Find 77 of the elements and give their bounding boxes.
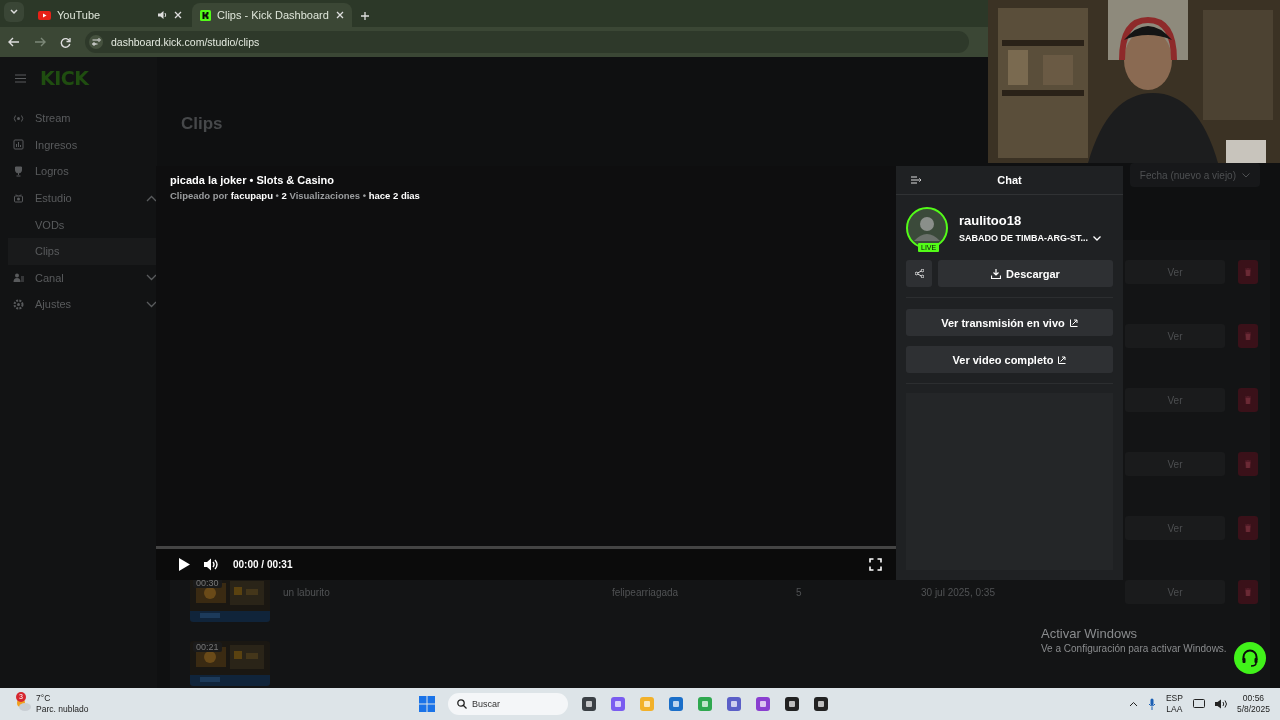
- speaker-icon[interactable]: [157, 10, 168, 20]
- back-arrow-icon[interactable]: [8, 37, 20, 47]
- nav-icon: [13, 192, 24, 204]
- volume-icon[interactable]: [1214, 699, 1227, 709]
- trash-icon: [1245, 268, 1251, 276]
- weather-condition: Parc. nublado: [36, 704, 89, 715]
- chevron-down-icon: [1093, 235, 1101, 241]
- reload-icon[interactable]: [60, 36, 71, 48]
- external-link-icon: [1069, 318, 1078, 327]
- trash-icon: [1245, 460, 1251, 468]
- speaker-icon[interactable]: [204, 558, 219, 571]
- external-link-button[interactable]: Ver video completo: [906, 346, 1113, 373]
- external-link-button[interactable]: Ver transmisión en vivo: [906, 309, 1113, 336]
- trash-icon: [1245, 588, 1251, 596]
- address-bar[interactable]: dashboard.kick.com/studio/clips: [85, 31, 969, 53]
- nav-icon: [13, 112, 24, 124]
- download-button[interactable]: Descargar: [938, 260, 1113, 287]
- menu-icon[interactable]: [15, 73, 26, 83]
- download-icon: [991, 268, 1002, 279]
- clock[interactable]: 00:56 5/8/2025: [1236, 693, 1270, 715]
- chevron-up-icon[interactable]: [1128, 701, 1138, 707]
- chat-header: Chat: [896, 166, 1123, 195]
- channel-name: raulitoo18: [959, 213, 1023, 228]
- play-logo-icon: [38, 10, 51, 20]
- tab-list-button[interactable]: [4, 2, 24, 22]
- play-icon[interactable]: [179, 558, 190, 571]
- share-icon: [914, 269, 924, 278]
- collapse-icon[interactable]: [911, 176, 921, 184]
- chevron-down-icon: [10, 9, 18, 15]
- temperature: 7°C: [36, 693, 51, 704]
- app-icon[interactable]: [784, 696, 800, 712]
- browser-tab[interactable]: YouTube: [30, 3, 190, 27]
- external-link-icon: [1058, 355, 1067, 364]
- sidebar-subitem[interactable]: VODs: [0, 211, 157, 238]
- channel-avatar[interactable]: [906, 207, 948, 249]
- nav-icon: [13, 272, 24, 284]
- clip-date: 30 jul 2025, 0:35: [921, 586, 996, 598]
- chevron-down-icon: [1242, 172, 1250, 178]
- clip-meta: Clipeado por facupapu • 2 Visualizaciones • hace 2 dias: [170, 190, 421, 201]
- trash-icon: [1245, 396, 1251, 404]
- site-settings-icon[interactable]: [89, 35, 103, 49]
- nav-icon: [13, 166, 24, 177]
- clipper-name: felipearriagada: [612, 586, 680, 598]
- sidebar-item[interactable]: Logros: [0, 158, 157, 185]
- app-icon[interactable]: [581, 696, 597, 712]
- close-icon[interactable]: [336, 11, 344, 19]
- activation-text: Ve a Configuración para activar Windows.: [1041, 643, 1227, 654]
- sidebar-item[interactable]: Canal: [0, 264, 157, 292]
- page-title: Clips: [181, 113, 223, 135]
- microphone-icon[interactable]: [1147, 698, 1156, 710]
- language-indicator[interactable]: ESP LAA: [1165, 693, 1183, 715]
- search-icon: [457, 699, 467, 709]
- app-icon[interactable]: [813, 696, 829, 712]
- help-button[interactable]: [1234, 642, 1266, 674]
- fullscreen-icon[interactable]: [869, 558, 882, 571]
- progress-track[interactable]: [156, 546, 896, 549]
- search-field[interactable]: Buscar: [448, 693, 568, 715]
- nav-icon: [13, 298, 24, 310]
- view-count: 5: [796, 586, 803, 598]
- share-button[interactable]: [906, 260, 932, 287]
- trash-icon: [1245, 524, 1251, 532]
- browser-tab[interactable]: Clips - Kick Dashboard: [192, 3, 352, 27]
- trash-icon: [1245, 332, 1251, 340]
- sidebar-item[interactable]: Stream: [0, 105, 157, 132]
- start-button[interactable]: [419, 696, 435, 712]
- activation-title: Activar Windows: [1041, 626, 1139, 641]
- clip-title: picada la joker • Slots & Casino: [170, 174, 335, 186]
- nav-icon: [13, 139, 24, 151]
- forward-arrow-icon: [34, 37, 46, 47]
- stream-title-dropdown[interactable]: SABADO DE TIMBA-ARG-ST...: [959, 233, 1101, 243]
- sidebar-subitem[interactable]: Clips: [8, 237, 157, 265]
- kick-logo[interactable]: KICK: [40, 68, 89, 88]
- duration-badge: 00:21: [193, 642, 222, 652]
- playback-time: 00:00 / 00:31: [233, 559, 294, 570]
- close-icon[interactable]: [174, 11, 182, 19]
- k-logo-icon: [200, 9, 211, 21]
- sidebar-item[interactable]: Ingresos: [0, 131, 157, 159]
